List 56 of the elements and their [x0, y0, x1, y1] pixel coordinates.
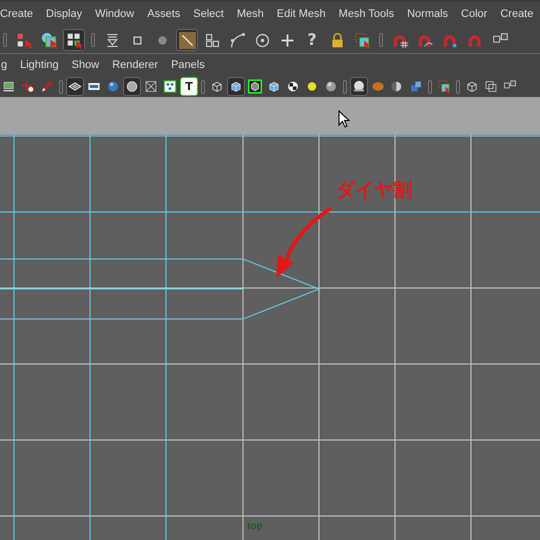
- component-select-icon: [66, 32, 82, 49]
- arrow: [276, 207, 332, 278]
- dots-icon: [163, 79, 177, 94]
- curve-icon: [228, 32, 246, 49]
- object-select-icon: [40, 32, 58, 49]
- tool-button[interactable]: [123, 77, 141, 96]
- shaded-sphere-icon: [324, 79, 338, 94]
- chrome-sphere-icon: [352, 79, 366, 94]
- menu-item[interactable]: Show: [72, 59, 100, 72]
- menu-item[interactable]: Lighting: [20, 59, 59, 72]
- marquee-select-icon: [437, 79, 451, 94]
- menu-item[interactable]: g: [1, 59, 8, 72]
- circle-icon: [125, 79, 139, 94]
- pencil-icon: [40, 79, 54, 94]
- squares-icon: [484, 79, 498, 94]
- sphere-icon: [106, 79, 120, 94]
- cube-icon: [267, 79, 281, 94]
- menu-item[interactable]: Create: [0, 8, 34, 20]
- tool-button[interactable]: [350, 77, 368, 96]
- wireframe-cube-icon: [210, 79, 224, 94]
- menu-item[interactable]: Edit Mesh: [276, 8, 326, 20]
- wireframe-shaded-icon: [248, 79, 262, 94]
- menu-item[interactable]: Window: [95, 8, 134, 20]
- tool-button[interactable]: [63, 29, 85, 52]
- blocks-icon: [204, 32, 220, 49]
- menu-item[interactable]: Create: [500, 8, 534, 20]
- half-sphere-icon: [390, 79, 404, 94]
- tool-button[interactable]: [66, 77, 84, 96]
- menu-item[interactable]: Panels: [171, 59, 205, 72]
- move-icon: [21, 79, 35, 94]
- menu-item[interactable]: Normals: [407, 8, 448, 20]
- monitor-icon: [2, 79, 16, 94]
- menu-item[interactable]: Select: [193, 8, 224, 20]
- target-icon: [254, 32, 270, 49]
- camera-label: top: [247, 521, 263, 532]
- stacked-cubes-icon: [409, 79, 423, 94]
- plus-icon: [278, 32, 296, 49]
- tool-button[interactable]: ?: [301, 29, 323, 52]
- cube-icon: [229, 79, 243, 94]
- mouse-cursor-icon: [338, 110, 350, 128]
- wireframe-cube-icon: [465, 79, 479, 94]
- tool-button[interactable]: [246, 77, 264, 96]
- checker-icon: [286, 79, 300, 94]
- diagonal-line-icon: [178, 32, 196, 49]
- tool-button[interactable]: [227, 77, 245, 96]
- menu-item[interactable]: Display: [46, 8, 82, 20]
- menu-item[interactable]: Assets: [147, 8, 180, 20]
- tool-button[interactable]: T: [180, 77, 198, 96]
- marquee-select-icon: [354, 32, 370, 49]
- tool-button[interactable]: [176, 29, 198, 52]
- xray-icon: [144, 79, 158, 94]
- menu-item[interactable]: Mesh Tools: [338, 8, 394, 20]
- hierarchy-select-icon: [16, 32, 32, 49]
- menu-item[interactable]: Color: [461, 8, 488, 20]
- menu-item[interactable]: Mesh: [236, 8, 264, 20]
- menu-item[interactable]: Renderer: [112, 59, 158, 72]
